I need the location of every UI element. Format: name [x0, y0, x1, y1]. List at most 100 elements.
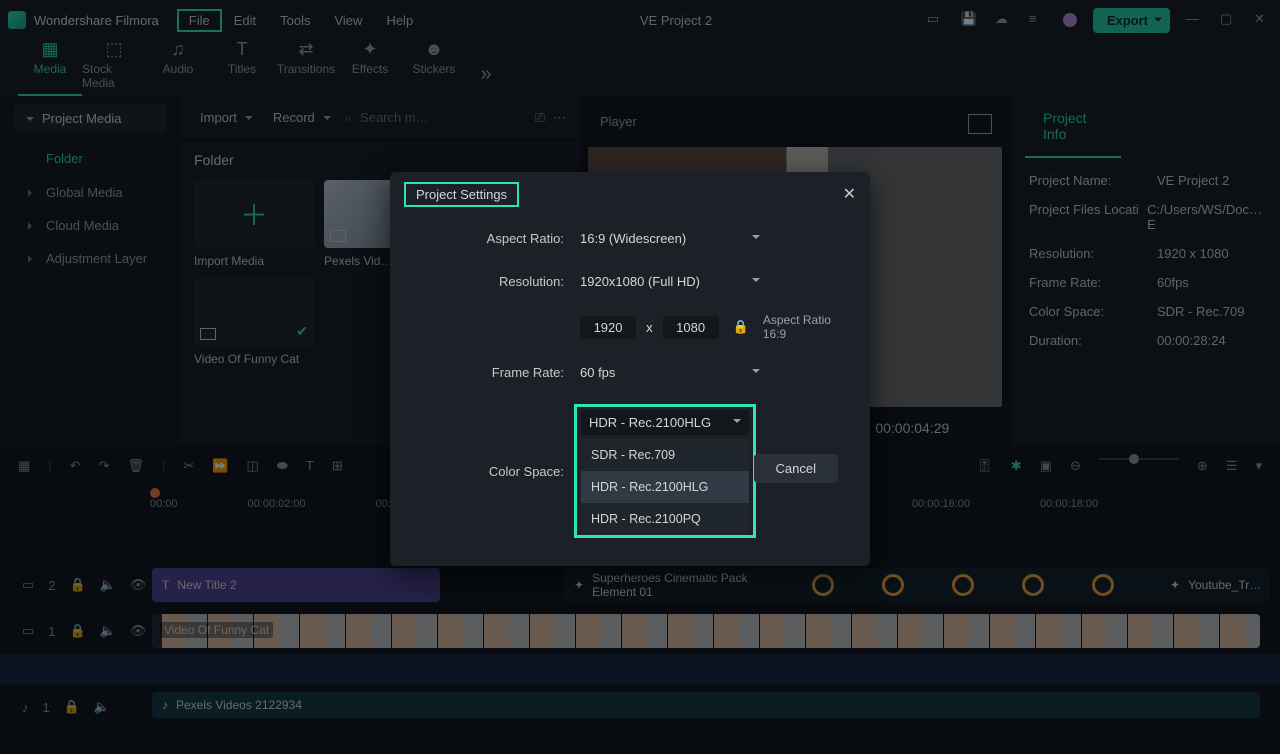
window-minimize-icon[interactable]: — — [1186, 11, 1204, 29]
category-tabs: ▦Media ⬚Stock Media ♫Audio TTitles ⇄Tran… — [0, 40, 1280, 96]
clip-fx[interactable]: ✦Superheroes Cinematic Pack Element 01 — [564, 568, 1264, 602]
info-name-label: Project Name: — [1029, 173, 1157, 188]
zoom-slider[interactable] — [1099, 458, 1179, 460]
zoom-in-icon[interactable]: ⊕ — [1197, 458, 1208, 474]
tab-stickers[interactable]: ☻Stickers — [402, 38, 466, 96]
chevron-down-icon — [733, 419, 741, 427]
window-close-icon[interactable]: ✕ — [1254, 11, 1272, 29]
info-location-value: C:/Users/WS/Doc…E — [1147, 202, 1262, 232]
time-total: 00:00:04:29 — [875, 420, 949, 436]
zoom-out-icon[interactable]: ⊖ — [1070, 458, 1081, 474]
text-icon[interactable]: T — [306, 458, 314, 474]
tab-effects[interactable]: ✦Effects — [338, 38, 402, 96]
cloud-icon[interactable]: ☁ — [995, 11, 1013, 29]
chevron-right-icon — [28, 189, 36, 197]
transform-icon[interactable]: ⊞ — [332, 458, 343, 474]
import-media-tile[interactable]: ＋ Import Media — [194, 180, 314, 268]
export-button[interactable]: Export — [1093, 8, 1170, 33]
save-icon[interactable]: 💾 — [961, 11, 979, 29]
tree-adjustment-layer[interactable]: Adjustment Layer — [0, 242, 180, 275]
check-icon: ✔ — [296, 323, 308, 340]
document-title: VE Project 2 — [425, 13, 927, 28]
layout-icon[interactable]: ▭ — [927, 11, 945, 29]
tab-titles[interactable]: TTitles — [210, 38, 274, 96]
clip-video[interactable]: Video Of Funny Cat — [152, 614, 1260, 648]
snapshot-icon[interactable] — [968, 114, 992, 134]
tab-audio[interactable]: ♫Audio — [146, 38, 210, 96]
eye-icon[interactable]: 👁 — [130, 623, 147, 639]
redo-icon[interactable]: ↷ — [99, 458, 110, 474]
lock-icon[interactable]: 🔒 — [70, 577, 86, 593]
clip-youtube[interactable]: ✦Youtube_Tr… — [1160, 568, 1270, 602]
project-media-dropdown[interactable]: Project Media — [14, 104, 166, 133]
color-space-option-pq[interactable]: HDR - Rec.2100PQ — [581, 503, 749, 535]
mask-icon[interactable]: ⬬ — [277, 458, 288, 474]
info-fps-label: Frame Rate: — [1029, 275, 1157, 290]
color-space-option-hlg[interactable]: HDR - Rec.2100HLG — [581, 471, 749, 503]
lock-icon[interactable]: 🔒 — [64, 699, 80, 715]
cancel-button[interactable]: Cancel — [754, 454, 838, 483]
dialog-close-icon[interactable]: ✕ — [843, 184, 856, 204]
delete-icon[interactable]: 🗑 — [128, 458, 145, 474]
render-icon[interactable]: ▣ — [1040, 458, 1052, 474]
eye-icon[interactable]: 👁 — [130, 577, 147, 593]
marker-tool-icon[interactable]: ✱ — [1011, 458, 1022, 474]
menu-lines-icon[interactable]: ≡ — [1029, 11, 1047, 29]
aspect-ratio-dropdown[interactable]: 16:9 (Widescreen) — [580, 227, 760, 250]
titles-icon: T — [237, 38, 248, 60]
filter-icon[interactable]: ⎚ — [535, 110, 545, 126]
color-space-dropdown[interactable]: HDR - Rec.2100HLG — [581, 410, 749, 435]
app-logo-icon — [8, 11, 26, 29]
frame-rate-dropdown[interactable]: 60 fps — [580, 361, 760, 384]
cut-icon[interactable]: ✂ — [183, 458, 194, 474]
tabs-overflow-icon[interactable]: » — [466, 63, 506, 96]
info-fps-value: 60fps — [1157, 275, 1189, 290]
plus-icon: ＋ — [240, 194, 268, 234]
media-thumb-cat[interactable]: ✔ Video Of Funny Cat — [194, 278, 314, 366]
speed-icon[interactable]: ⏩ — [212, 458, 228, 474]
menu-tools[interactable]: Tools — [268, 13, 322, 28]
folder-selected[interactable]: Folder — [0, 141, 180, 176]
width-input[interactable]: 1920 — [580, 316, 636, 339]
search-input[interactable]: ⌕Search m… — [345, 110, 527, 126]
menu-file[interactable]: File — [177, 9, 222, 32]
track-video-1: ▭1🔒🔈👁 Video Of Funny Cat — [0, 608, 1280, 654]
account-dot-icon[interactable] — [1063, 13, 1077, 27]
clip-audio[interactable]: ♪Pexels Videos 2122934 — [152, 692, 1260, 718]
tab-media[interactable]: ▦Media — [18, 38, 82, 96]
tl-apps-icon[interactable]: ▦ — [18, 458, 30, 474]
chevron-right-icon — [28, 222, 36, 230]
tab-stock-media[interactable]: ⬚Stock Media — [82, 38, 146, 96]
window-maximize-icon[interactable]: ▢ — [1220, 11, 1238, 29]
info-duration-label: Duration: — [1029, 333, 1157, 348]
mixer-icon[interactable]: 🎚 — [976, 458, 993, 474]
lock-aspect-icon[interactable]: 🔒 — [733, 319, 749, 335]
color-space-option-sdr[interactable]: SDR - Rec.709 — [581, 439, 749, 471]
height-input[interactable]: 1080 — [663, 316, 719, 339]
tree-global-media[interactable]: Global Media — [0, 176, 180, 209]
more-icon[interactable]: ⋯ — [553, 110, 566, 126]
menu-edit[interactable]: Edit — [222, 13, 268, 28]
tab-transitions[interactable]: ⇄Transitions — [274, 38, 338, 96]
lock-icon[interactable]: 🔒 — [70, 623, 86, 639]
color-space-label: Color Space: — [390, 464, 580, 479]
record-dropdown[interactable]: Record — [267, 106, 337, 129]
menu-help[interactable]: Help — [374, 13, 425, 28]
view-list-icon[interactable]: ☰ — [1226, 458, 1238, 474]
info-colorspace-label: Color Space: — [1029, 304, 1157, 319]
undo-icon[interactable]: ↶ — [70, 458, 81, 474]
info-resolution-label: Resolution: — [1029, 246, 1157, 261]
dialog-title: Project Settings — [404, 182, 519, 207]
mute-icon[interactable]: 🔈 — [94, 699, 110, 715]
mute-icon[interactable]: 🔈 — [100, 623, 116, 639]
crop-icon[interactable]: ◫ — [247, 458, 259, 474]
resolution-dropdown[interactable]: 1920x1080 (Full HD) — [580, 270, 760, 293]
mute-icon[interactable]: 🔈 — [100, 577, 116, 593]
view-options-icon[interactable]: ▾ — [1255, 458, 1262, 474]
import-dropdown[interactable]: Import — [194, 106, 259, 129]
tree-cloud-media[interactable]: Cloud Media — [0, 209, 180, 242]
playhead-icon[interactable] — [150, 488, 160, 498]
clip-title[interactable]: TNew Title 2 — [152, 568, 440, 602]
effects-icon: ✦ — [362, 38, 377, 60]
menu-view[interactable]: View — [322, 13, 374, 28]
